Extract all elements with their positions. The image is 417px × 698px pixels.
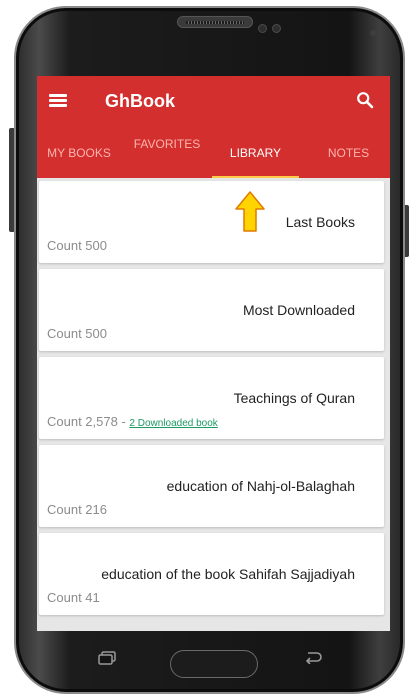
tab-label: FAVORITES — [133, 137, 201, 151]
app-title: GhBook — [105, 91, 175, 111]
tab-label: MY BOOKS — [47, 146, 111, 160]
tab-favorites[interactable]: FAVORITES — [127, 132, 207, 178]
library-item-nahj-ol-balaghah[interactable]: education of Nahj-ol-Balaghah Count 216 — [39, 445, 384, 527]
item-title: Last Books — [285, 214, 355, 230]
selected-tab-indicator — [212, 176, 299, 178]
proximity-sensor — [258, 24, 267, 33]
item-title: education of the book Sahifah Sajjadiyah — [101, 566, 355, 582]
earpiece-speaker — [177, 16, 253, 28]
item-title: education of Nahj-ol-Balaghah — [166, 478, 355, 494]
up-arrow-icon — [235, 191, 265, 232]
item-count: Count 500 — [47, 238, 107, 253]
tab-label: LIBRARY — [229, 146, 282, 160]
tab-label: NOTES — [327, 146, 370, 160]
tab-notes[interactable]: NOTES — [307, 132, 390, 178]
light-sensor — [272, 24, 281, 33]
library-item-sahifah-sajjadiyah[interactable]: education of the book Sahifah Sajjadiyah… — [39, 533, 384, 615]
search-icon[interactable] — [356, 91, 374, 109]
library-item-last-books[interactable]: Last Books Count 500 — [39, 181, 384, 263]
item-title: Teachings of Quran — [233, 390, 355, 406]
tab-library[interactable]: LIBRARY — [212, 132, 299, 178]
item-count: Count 41 — [47, 590, 100, 605]
item-count: Count 2,578 - — [47, 414, 130, 429]
item-title: Most Downloaded — [242, 302, 355, 318]
library-item-most-downloaded[interactable]: Most Downloaded Count 500 — [39, 269, 384, 351]
item-count: Count 500 — [47, 326, 107, 341]
front-camera — [370, 30, 376, 36]
tab-bar: MY BOOKS FAVORITES LIBRARY NOTES — [37, 132, 390, 178]
tab-my-books[interactable]: MY BOOKS — [37, 132, 121, 178]
item-count-row: Count 2,578 - 2 Downloaded book — [47, 414, 218, 429]
library-item-teachings-of-quran[interactable]: Teachings of Quran Count 2,578 - 2 Downl… — [39, 357, 384, 439]
app-screen: GhBook MY BOOKS FAVORITES LIBRARY NOTES … — [37, 76, 390, 631]
downloaded-books-link[interactable]: 2 Downloaded book — [129, 418, 217, 429]
home-button[interactable] — [170, 650, 258, 678]
menu-icon[interactable] — [49, 92, 69, 108]
back-icon[interactable] — [302, 650, 324, 664]
item-count: Count 216 — [47, 502, 107, 517]
app-bar: GhBook MY BOOKS FAVORITES LIBRARY NOTES — [37, 76, 390, 178]
recent-apps-icon[interactable] — [97, 651, 117, 665]
